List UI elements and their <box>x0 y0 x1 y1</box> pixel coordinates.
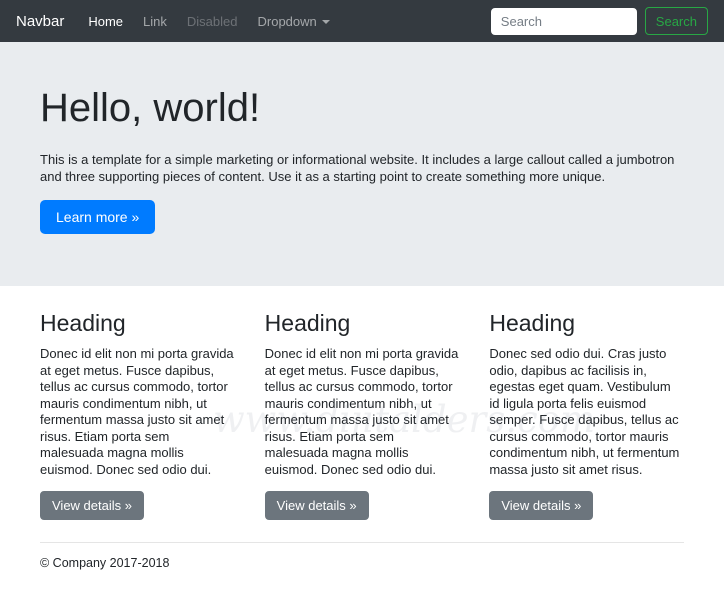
navbar: Navbar Home Link Disabled Dropdown Searc… <box>0 0 724 42</box>
navbar-brand[interactable]: Navbar <box>16 13 64 30</box>
search-input[interactable] <box>490 7 637 35</box>
jumbotron-description: This is a template for a simple marketin… <box>40 152 675 184</box>
content-column-2: Heading Donec id elit non mi porta gravi… <box>264 310 460 520</box>
nav-dropdown-label: Dropdown <box>257 13 317 29</box>
search-form: Search <box>490 7 708 35</box>
column-heading: Heading <box>264 310 351 336</box>
view-details-button-2[interactable]: View details » <box>264 491 369 520</box>
column-heading: Heading <box>40 310 126 336</box>
content-columns: Heading Donec id elit non mi porta gravi… <box>0 286 724 520</box>
nav-item-link[interactable]: Link <box>133 14 177 29</box>
view-details-button-3[interactable]: View details » <box>489 491 594 520</box>
column-text: Donec id elit non mi porta gravida at eg… <box>40 346 234 477</box>
footer: © Company 2017-2018 <box>0 542 724 570</box>
content-column-3: Heading Donec sed odio dui. Cras justo o… <box>489 310 684 520</box>
column-text: Donec id elit non mi porta gravida at eg… <box>264 346 459 477</box>
column-text: Donec sed odio dui. Cras justo odio, dap… <box>489 346 680 477</box>
navbar-nav: Home Link Disabled Dropdown <box>78 14 339 29</box>
jumbotron: Hello, world! This is a template for a s… <box>0 42 724 286</box>
nav-item-dropdown[interactable]: Dropdown <box>248 14 340 29</box>
content-column-1: Heading Donec id elit non mi porta gravi… <box>40 310 235 520</box>
footer-divider <box>40 542 684 543</box>
learn-more-button[interactable]: Learn more » <box>40 200 156 234</box>
copyright-text: © Company 2017-2018 <box>40 556 170 570</box>
view-details-button-1[interactable]: View details » <box>40 491 144 520</box>
nav-item-home[interactable]: Home <box>78 14 133 29</box>
caret-down-icon <box>321 19 330 24</box>
jumbotron-title: Hello, world! <box>40 86 261 130</box>
column-heading: Heading <box>489 310 576 336</box>
nav-item-disabled: Disabled <box>186 13 238 29</box>
search-button[interactable]: Search <box>644 7 708 35</box>
